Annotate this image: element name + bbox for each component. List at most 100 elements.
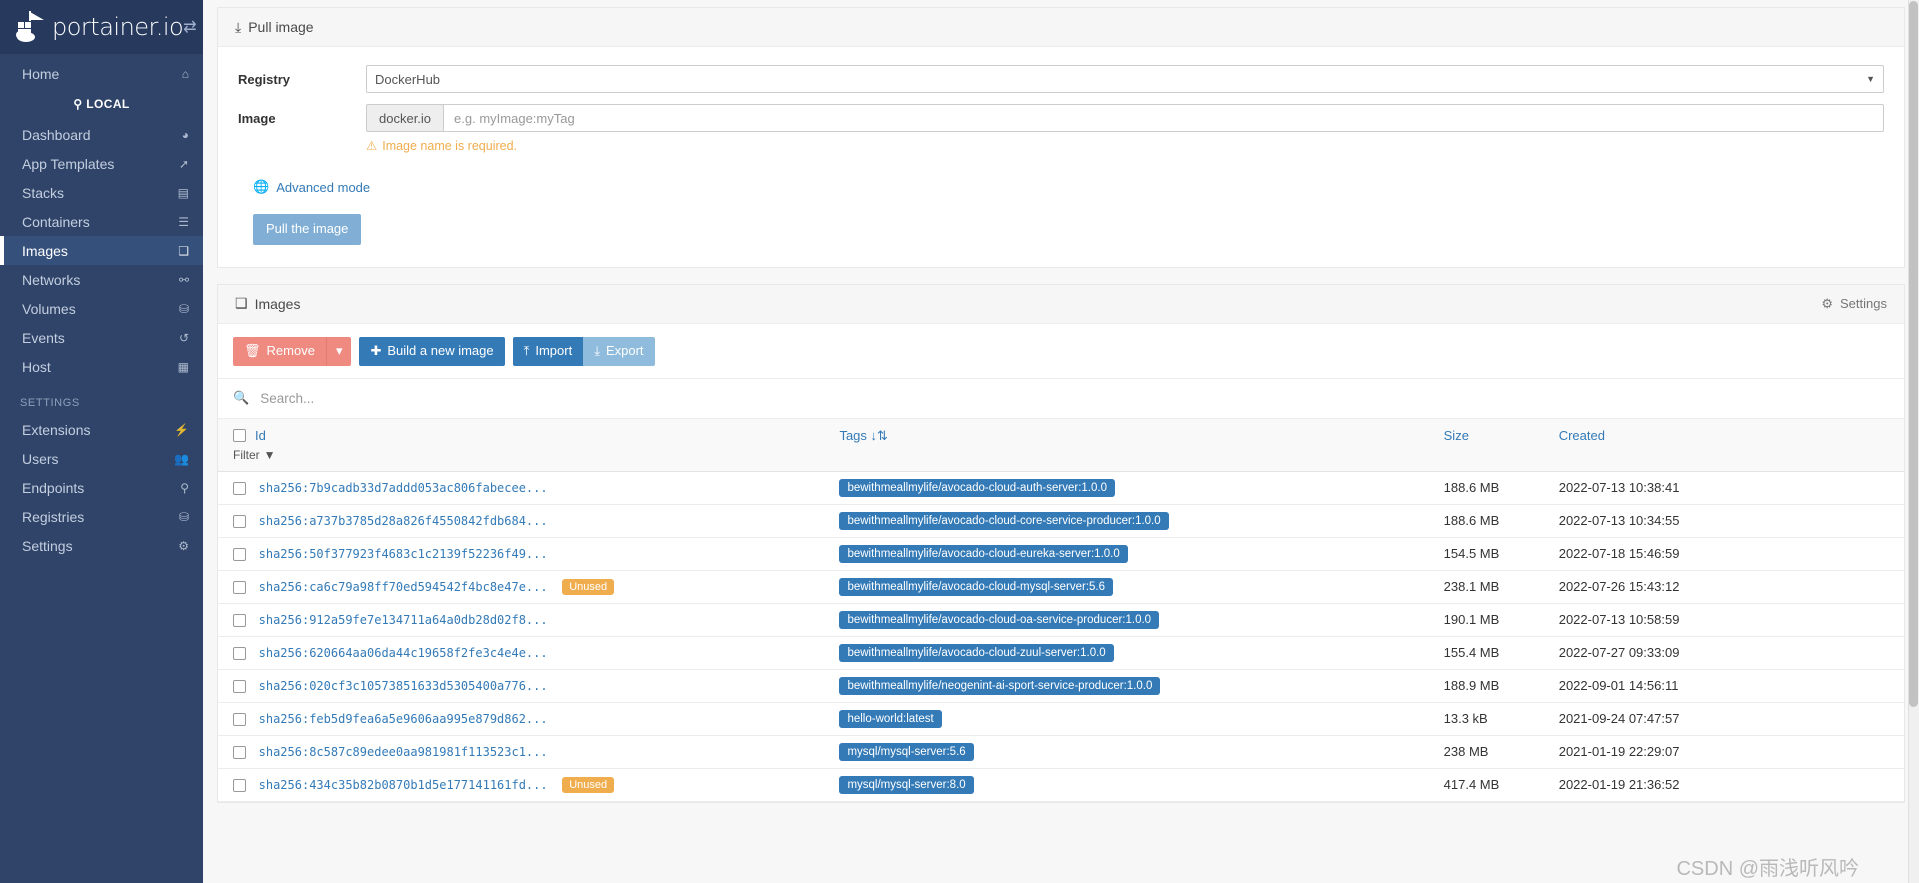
row-checkbox[interactable] [233, 614, 246, 628]
page-scrollbar[interactable] [1908, 0, 1919, 883]
table-row[interactable]: sha256:8c587c89edee0aa981981f113523c1...… [218, 735, 1904, 769]
brand-logo[interactable]: portainer.io [14, 9, 184, 45]
sidebar-toggle-icon[interactable]: ⇄ [183, 17, 196, 37]
search-input[interactable] [258, 389, 1889, 407]
sidebar-endpoint-label: LOCAL [86, 97, 130, 111]
sidebar-item-volumes[interactable]: Volumes ⛁ [0, 294, 203, 323]
image-id-link[interactable]: sha256:feb5d9fea6a5e9606aa995e879d862... [259, 712, 548, 726]
tag-badge[interactable]: bewithmeallmylife/avocado-cloud-auth-ser… [839, 478, 1115, 497]
tag-badge[interactable]: mysql/mysql-server:5.6 [839, 742, 974, 761]
table-row[interactable]: sha256:620664aa06da44c19658f2fe3c4e4e...… [218, 636, 1904, 670]
advanced-mode-link[interactable]: 🌐 Advanced mode [253, 179, 1884, 195]
images-settings-link[interactable]: ⚙ Settings [1821, 296, 1887, 312]
remove-button[interactable]: 🗑 Remove [233, 336, 326, 366]
funnel-icon: ▼ [263, 447, 276, 462]
table-row[interactable]: sha256:7b9cadb33d7addd053ac806fabecee...… [218, 471, 1904, 505]
sidebar-item-images[interactable]: Images ❑ [0, 236, 203, 265]
row-checkbox[interactable] [233, 548, 246, 562]
sidebar-item-stacks[interactable]: Stacks ▤ [0, 178, 203, 207]
tag-badge[interactable]: bewithmeallmylife/avocado-cloud-core-ser… [839, 511, 1169, 530]
tag-badge[interactable]: bewithmeallmylife/avocado-cloud-eureka-s… [839, 544, 1128, 563]
cell-created: 2022-09-01 14:56:11 [1558, 669, 1904, 703]
row-checkbox[interactable] [233, 580, 246, 594]
tag-badge[interactable]: bewithmeallmylife/avocado-cloud-oa-servi… [839, 610, 1160, 629]
image-id-link[interactable]: sha256:8c587c89edee0aa981981f113523c1... [259, 745, 548, 759]
remove-dropdown-button[interactable]: ▾ [325, 336, 352, 366]
image-id-link[interactable]: sha256:912a59fe7e134711a64a0db28d02f8... [259, 613, 548, 627]
import-label: Import [535, 342, 573, 358]
table-row[interactable]: sha256:434c35b82b0870b1d5e177141161fd...… [218, 768, 1904, 802]
column-id[interactable]: Id Filter ▼ [218, 418, 840, 472]
history-icon: ↺ [178, 330, 189, 345]
sidebar-item-users[interactable]: Users 👥 [0, 444, 203, 473]
select-all-checkbox[interactable] [233, 428, 246, 442]
cell-id: sha256:a737b3785d28a826f4550842fdb684... [218, 504, 840, 538]
image-id-link[interactable]: sha256:620664aa06da44c19658f2fe3c4e4e... [259, 646, 548, 660]
sidebar-item-host[interactable]: Host ▦ [0, 352, 203, 381]
tag-badge[interactable]: bewithmeallmylife/neogenint-ai-sport-ser… [839, 676, 1161, 695]
row-checkbox[interactable] [233, 515, 246, 529]
tag-badge[interactable]: bewithmeallmylife/avocado-cloud-zuul-ser… [839, 643, 1114, 662]
sidebar-item-home[interactable]: Home ⌂ [0, 59, 203, 88]
image-name-input[interactable] [443, 104, 1884, 132]
image-registry-prefix: docker.io [366, 104, 444, 132]
sidebar-item-events[interactable]: Events ↺ [0, 323, 203, 352]
table-row[interactable]: sha256:a737b3785d28a826f4550842fdb684...… [218, 504, 1904, 538]
tag-badge[interactable]: bewithmeallmylife/avocado-cloud-mysql-se… [839, 577, 1114, 596]
sidebar-item-networks[interactable]: Networks ⚯ [0, 265, 203, 294]
table-row[interactable]: sha256:912a59fe7e134711a64a0db28d02f8...… [218, 603, 1904, 637]
table-row[interactable]: sha256:feb5d9fea6a5e9606aa995e879d862...… [218, 702, 1904, 736]
page-scrollbar-thumb[interactable] [1909, 1, 1918, 707]
status-badge: Unused [562, 777, 615, 794]
images-search-row: 🔍 [218, 379, 1904, 419]
import-button[interactable]: ⤒ Import [512, 336, 584, 366]
cell-tags: bewithmeallmylife/avocado-cloud-core-ser… [839, 504, 1444, 538]
image-id-link[interactable]: sha256:020cf3c10573851633d5305400a776... [259, 679, 548, 693]
image-id-link[interactable]: sha256:50f377923f4683c1c2139f52236f49... [259, 547, 548, 561]
tag-badge[interactable]: mysql/mysql-server:8.0 [839, 775, 974, 794]
row-checkbox[interactable] [233, 746, 246, 760]
row-checkbox[interactable] [233, 713, 246, 727]
column-created[interactable]: Created [1558, 418, 1904, 472]
build-new-image-button[interactable]: ✚ Build a new image [359, 336, 505, 366]
sidebar-item-registries[interactable]: Registries ⛁ [0, 502, 203, 531]
cell-size: 154.5 MB [1443, 537, 1559, 571]
image-id-link[interactable]: sha256:ca6c79a98ff70ed594542f4bc8e47e... [259, 580, 548, 594]
image-id-link[interactable]: sha256:a737b3785d28a826f4550842fdb684... [259, 514, 548, 528]
sidebar-item-dashboard[interactable]: Dashboard ◕ [0, 120, 203, 149]
sidebar-item-label: Dashboard [22, 126, 91, 143]
cell-tags: bewithmeallmylife/avocado-cloud-eureka-s… [839, 537, 1444, 571]
row-checkbox[interactable] [233, 778, 246, 792]
main-content: ⤓ Pull image Registry DockerHub ▼ Image … [203, 0, 1919, 883]
column-size[interactable]: Size [1443, 418, 1559, 472]
table-row[interactable]: sha256:50f377923f4683c1c2139f52236f49...… [218, 537, 1904, 571]
table-row[interactable]: sha256:020cf3c10573851633d5305400a776...… [218, 669, 1904, 703]
cell-size: 155.4 MB [1443, 636, 1559, 670]
row-checkbox[interactable] [233, 680, 246, 694]
registry-select[interactable]: DockerHub [366, 65, 1884, 93]
id-filter[interactable]: Filter ▼ [233, 448, 839, 462]
pull-the-image-button[interactable]: Pull the image [253, 214, 362, 245]
cell-size: 188.6 MB [1443, 504, 1559, 538]
sidebar-item-extensions[interactable]: Extensions ⚡ [0, 415, 203, 444]
table-row[interactable]: sha256:ca6c79a98ff70ed594542f4bc8e47e...… [218, 570, 1904, 604]
row-checkbox[interactable] [233, 647, 246, 661]
registry-label: Registry [238, 71, 291, 87]
cell-created: 2022-07-27 09:33:09 [1558, 636, 1904, 670]
image-id-link[interactable]: sha256:7b9cadb33d7addd053ac806fabecee... [259, 481, 548, 495]
images-table: Id Filter ▼ Tags ↓⇅ Size Created sha256:… [218, 418, 1904, 802]
upload-icon: ⤒ [523, 342, 530, 358]
pull-image-title: Pull image [248, 19, 314, 35]
sidebar-item-settings[interactable]: Settings ⚙ [0, 531, 203, 560]
export-button[interactable]: ⤓ Export [583, 336, 655, 366]
remove-button-group: 🗑 Remove ▾ [233, 336, 352, 366]
images-table-body: sha256:7b9cadb33d7addd053ac806fabecee...… [218, 471, 1904, 802]
tag-badge[interactable]: hello-world:latest [839, 709, 942, 728]
sidebar-item-containers[interactable]: Containers ☰ [0, 207, 203, 236]
sidebar-item-app-templates[interactable]: App Templates ➚ [0, 149, 203, 178]
row-checkbox[interactable] [233, 482, 246, 496]
cell-tags: bewithmeallmylife/avocado-cloud-mysql-se… [839, 570, 1444, 604]
column-tags[interactable]: Tags ↓⇅ [839, 418, 1444, 472]
sidebar-item-endpoints[interactable]: Endpoints ⚲ [0, 473, 203, 502]
image-id-link[interactable]: sha256:434c35b82b0870b1d5e177141161fd... [259, 778, 548, 792]
